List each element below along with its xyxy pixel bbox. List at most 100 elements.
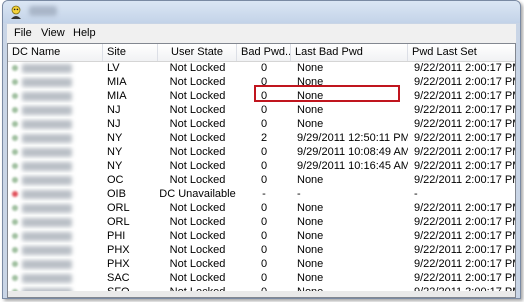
cell-dc-name: redacted — [8, 145, 103, 159]
table-row[interactable]: redacted SAC Not Locked 0 None 9/22/2011 2:00… — [8, 271, 515, 285]
menu-bar: File View Help — [7, 24, 516, 43]
cell-user-state: Not Locked — [169, 202, 226, 214]
table-row[interactable]: redacted MIA Not Locked 0 None 9/22/2011 2:00… — [8, 75, 515, 89]
menu-view[interactable]: View — [41, 27, 65, 39]
cell-pwd-last-set: 9/22/2011 2:00:17 PM — [414, 216, 516, 228]
dc-name-redacted: redacted — [22, 204, 72, 213]
table-row[interactable]: redacted NJ Not Locked 0 None 9/22/2011 2:00:… — [8, 103, 515, 117]
cell-site: PHI — [107, 230, 126, 242]
cell-user-state: DC Unavailable — [159, 188, 236, 200]
cell-last-bad-pwd: None — [297, 62, 324, 74]
table-row[interactable]: redacted ORL Not Locked 0 None 9/22/2011 2:00… — [8, 201, 515, 215]
cell-last-bad-pwd: None — [297, 202, 324, 214]
cell-user-state: Not Locked — [169, 90, 226, 102]
table-row[interactable]: redacted ORL Not Locked 0 None 9/22/2011 2:00… — [8, 215, 515, 229]
cell-site: NY — [107, 146, 123, 158]
cell-dc-name: redacted — [8, 89, 103, 103]
cell-site: MIA — [107, 76, 127, 88]
cell-bad-pwd-count: 0 — [260, 230, 268, 242]
results-list[interactable]: DC Name Site User State Bad Pwd... Last … — [7, 43, 516, 298]
cell-user-state: Not Locked — [169, 244, 226, 256]
status-icon — [12, 275, 18, 281]
column-header-user-state[interactable]: User State — [158, 44, 237, 61]
cell-last-bad-pwd: None — [297, 272, 324, 284]
table-row[interactable]: redacted PHI Not Locked 0 None 9/22/2011 2:00… — [8, 229, 515, 243]
cell-dc-name: redacted — [8, 61, 103, 75]
table-row[interactable]: redacted NY Not Locked 0 9/29/2011 10:08:49 … — [8, 145, 515, 159]
table-row[interactable]: redacted NJ Not Locked 0 None 9/22/2011 2:00:… — [8, 117, 515, 131]
table-row[interactable]: redacted PHX Not Locked 0 None 9/22/2011 2:00… — [8, 243, 515, 257]
cell-site: NY — [107, 160, 123, 172]
table-row[interactable]: redacted LV Not Locked 0 None 9/22/2011 2:00:… — [8, 61, 515, 75]
dc-name-redacted: redacted — [22, 176, 72, 185]
status-icon — [12, 135, 18, 141]
cell-pwd-last-set: - — [414, 188, 418, 200]
table-row[interactable]: redacted OIB DC Unavailable - - - — [8, 187, 515, 201]
cell-last-bad-pwd: None — [297, 258, 324, 270]
table-row[interactable]: redacted NY Not Locked 0 9/29/2011 10:16:45 … — [8, 159, 515, 173]
table-row[interactable]: redacted OC Not Locked 0 None 9/22/2011 2:00:… — [8, 173, 515, 187]
dc-name-redacted: redacted — [22, 190, 72, 199]
status-icon — [12, 191, 18, 197]
table-row[interactable]: redacted MIA Not Locked 0 None 9/22/2011 2:00… — [8, 89, 515, 103]
cell-last-bad-pwd: None — [297, 230, 324, 242]
cell-last-bad-pwd: None — [297, 76, 324, 88]
cell-last-bad-pwd: - — [297, 188, 301, 200]
cell-user-state: Not Locked — [169, 62, 226, 74]
cell-site: PHX — [107, 244, 130, 256]
cell-bad-pwd-count: 0 — [260, 76, 268, 88]
cell-last-bad-pwd: 9/29/2011 12:50:11 PM — [297, 132, 408, 144]
cell-dc-name: redacted — [8, 271, 103, 285]
dc-name-redacted: redacted — [22, 92, 72, 101]
cell-bad-pwd-count: 0 — [260, 118, 268, 130]
cell-dc-name: redacted — [8, 257, 103, 271]
cell-user-state: Not Locked — [169, 174, 226, 186]
cell-site: ORL — [107, 202, 130, 214]
cell-user-state: Not Locked — [169, 132, 226, 144]
cell-dc-name: redacted — [8, 117, 103, 131]
status-icon — [12, 93, 18, 99]
cell-pwd-last-set: 9/22/2011 2:00:17 PM — [414, 258, 516, 270]
dc-name-redacted: redacted — [22, 218, 72, 227]
column-header-pwd-last-set[interactable]: Pwd Last Set — [408, 44, 515, 61]
cell-pwd-last-set: 9/22/2011 2:00:17 PM — [414, 90, 516, 102]
cell-bad-pwd-count: 0 — [260, 244, 268, 256]
table-body: redacted LV Not Locked 0 None 9/22/2011 2:00:… — [8, 61, 515, 297]
cell-user-state: Not Locked — [169, 258, 226, 270]
cell-last-bad-pwd: 9/29/2011 10:08:49 AM — [297, 146, 408, 158]
cell-pwd-last-set: 9/22/2011 2:00:17 PM — [414, 132, 516, 144]
menu-file[interactable]: File — [14, 27, 32, 39]
menu-help[interactable]: Help — [73, 27, 96, 39]
status-icon — [12, 65, 18, 71]
title-bar[interactable]: app — [3, 1, 520, 23]
cell-site: SAC — [107, 272, 130, 284]
cell-site: MIA — [107, 90, 127, 102]
cell-user-state: Not Locked — [169, 230, 226, 242]
dc-name-redacted: redacted — [22, 246, 72, 255]
cell-dc-name: redacted — [8, 229, 103, 243]
column-header-site[interactable]: Site — [103, 44, 158, 61]
cell-site: OC — [107, 174, 124, 186]
column-header-dc-name[interactable]: DC Name — [8, 44, 103, 61]
cell-last-bad-pwd: None — [297, 244, 324, 256]
column-header-bad-pwd-count[interactable]: Bad Pwd... — [237, 44, 291, 61]
cell-dc-name: redacted — [8, 243, 103, 257]
app-icon — [11, 5, 21, 19]
dc-name-redacted: redacted — [22, 106, 72, 115]
cell-bad-pwd-count: 0 — [260, 272, 268, 284]
cell-site: ORL — [107, 216, 130, 228]
table-row[interactable]: redacted NY Not Locked 2 9/29/2011 12:50:11 … — [8, 131, 515, 145]
cell-last-bad-pwd: 9/29/2011 10:16:45 AM — [297, 160, 408, 172]
column-header-last-bad-pwd[interactable]: Last Bad Pwd — [291, 44, 408, 61]
dc-name-redacted: redacted — [22, 232, 72, 241]
horizontal-scrollbar[interactable] — [8, 291, 515, 297]
column-header-row: DC Name Site User State Bad Pwd... Last … — [8, 44, 515, 62]
cell-dc-name: redacted — [8, 159, 103, 173]
cell-pwd-last-set: 9/22/2011 2:00:17 PM — [414, 160, 516, 172]
cell-dc-name: redacted — [8, 187, 103, 201]
status-icon — [12, 163, 18, 169]
window-title: app — [29, 6, 57, 16]
table-row[interactable]: redacted PHX Not Locked 0 None 9/22/2011 2:00… — [8, 257, 515, 271]
cell-bad-pwd-count: 0 — [260, 104, 268, 116]
cell-bad-pwd-count: 2 — [260, 132, 268, 144]
